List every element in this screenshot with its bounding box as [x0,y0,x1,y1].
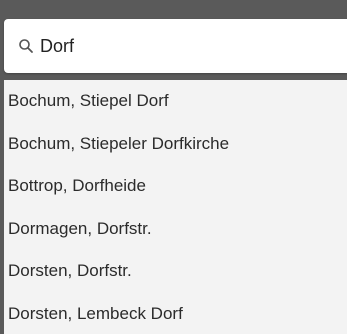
search-icon [18,38,34,54]
suggestion-list: Bochum, Stiepel Dorf Bochum, Stiepeler D… [4,80,347,334]
suggestion-item[interactable]: Bottrop, Dorfheide [4,165,347,208]
suggestion-item[interactable]: Dorsten, Lembeck Dorf [4,293,347,334]
suggestion-item[interactable]: Dorsten, Dorfstr. [4,250,347,293]
suggestion-item[interactable]: Dormagen, Dorfstr. [4,208,347,251]
suggestion-item[interactable]: Bochum, Stiepeler Dorfkirche [4,123,347,166]
search-box[interactable] [4,19,347,73]
search-input[interactable] [40,31,340,61]
suggestion-item[interactable]: Bochum, Stiepel Dorf [4,80,347,123]
